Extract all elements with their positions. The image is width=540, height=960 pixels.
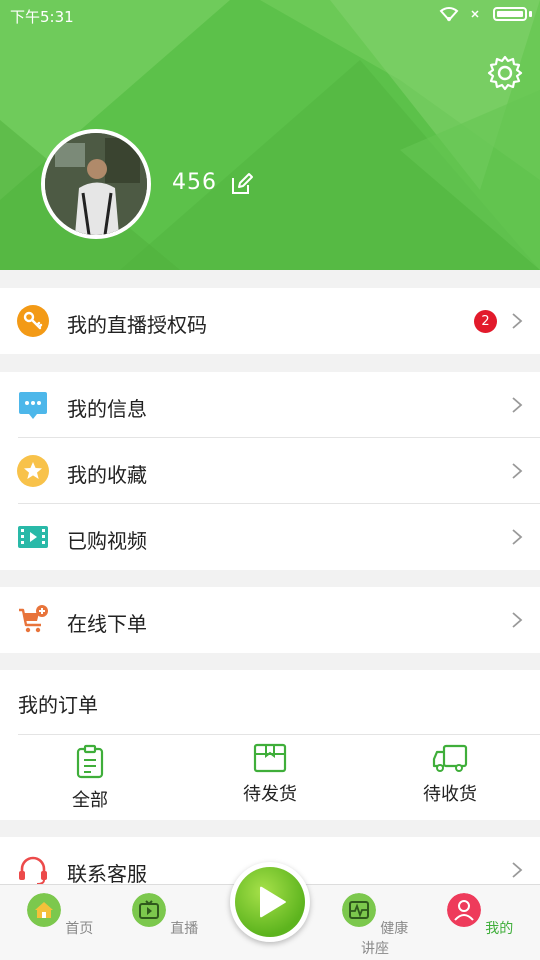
status-icons — [439, 6, 532, 22]
chevron-right-icon — [512, 612, 523, 628]
menu-item-purchased-videos[interactable]: 已购视频 — [0, 504, 540, 570]
chevron-right-icon — [512, 463, 523, 479]
nav-item-home[interactable]: 首页 — [20, 893, 100, 938]
gear-icon[interactable] — [486, 54, 524, 92]
chevron-right-icon — [512, 529, 523, 545]
notification-badge: 2 — [474, 310, 497, 333]
nav-item-live[interactable]: 直播 — [125, 893, 205, 938]
order-tab-to-receive[interactable]: 待收货 — [410, 742, 490, 806]
section-online-order: 在线下单 — [0, 587, 540, 653]
video-icon — [18, 526, 48, 548]
section-personal: 我的信息 我的收藏 已购视频 — [0, 372, 540, 570]
order-tab-all[interactable]: 全部 — [50, 744, 130, 812]
menu-item-online-order[interactable]: 在线下单 — [0, 587, 540, 653]
menu-item-favorites[interactable]: 我的收藏 — [0, 438, 540, 504]
cart-icon — [19, 605, 48, 633]
order-tab-to-ship[interactable]: 待发货 — [230, 742, 310, 806]
nav-item-mine[interactable]: 我的 — [440, 893, 520, 938]
order-tab-label: 待收货 — [423, 784, 477, 805]
home-icon — [26, 893, 61, 927]
nav-label: 直播 — [170, 921, 199, 937]
key-icon — [17, 305, 49, 337]
order-tab-label: 待发货 — [243, 784, 297, 805]
menu-label: 联系客服 — [67, 862, 147, 886]
avatar-photo — [45, 133, 147, 235]
play-button-core — [235, 867, 305, 937]
truck-icon — [432, 744, 468, 772]
headset-icon — [19, 856, 47, 885]
tv-icon — [131, 893, 166, 927]
nav-label: 健康讲座 — [361, 921, 409, 957]
profile-header: 下午5:31 456 — [0, 0, 540, 270]
nav-item-lectures[interactable]: 健康讲座 — [335, 893, 415, 958]
order-tab-label: 全部 — [72, 790, 108, 811]
battery-icon — [493, 7, 527, 21]
box-icon — [253, 743, 287, 773]
chevron-right-icon — [512, 397, 523, 413]
menu-label: 我的直播授权码 — [67, 313, 207, 337]
signal-icon — [471, 10, 479, 18]
menu-label: 在线下单 — [67, 612, 147, 636]
clipboard-icon — [76, 744, 104, 779]
status-time: 下午5:31 — [10, 8, 74, 26]
username: 456 — [172, 170, 217, 195]
divider — [18, 734, 540, 735]
orders-title: 我的订单 — [18, 693, 98, 717]
menu-label: 我的收藏 — [67, 463, 147, 487]
menu-item-auth-code[interactable]: 我的直播授权码 — [0, 288, 540, 354]
play-button[interactable] — [230, 862, 310, 942]
user-icon — [446, 893, 481, 927]
play-icon — [260, 886, 286, 918]
battery-cap — [529, 11, 532, 17]
avatar[interactable] — [41, 129, 151, 239]
chat-icon — [19, 392, 47, 419]
wifi-icon — [439, 7, 459, 22]
chevron-right-icon — [512, 862, 523, 878]
heartbeat-icon — [341, 893, 376, 927]
menu-item-messages[interactable]: 我的信息 — [0, 372, 540, 438]
chevron-right-icon — [512, 313, 523, 329]
menu-label: 已购视频 — [67, 529, 147, 553]
nav-label: 首页 — [65, 921, 94, 937]
nav-label: 我的 — [485, 921, 514, 937]
menu-label: 我的信息 — [67, 397, 147, 421]
edit-icon[interactable] — [230, 172, 254, 196]
star-icon — [17, 455, 49, 487]
section-auth-code: 我的直播授权码 — [0, 288, 540, 354]
status-bar: 下午5:31 — [0, 0, 540, 30]
